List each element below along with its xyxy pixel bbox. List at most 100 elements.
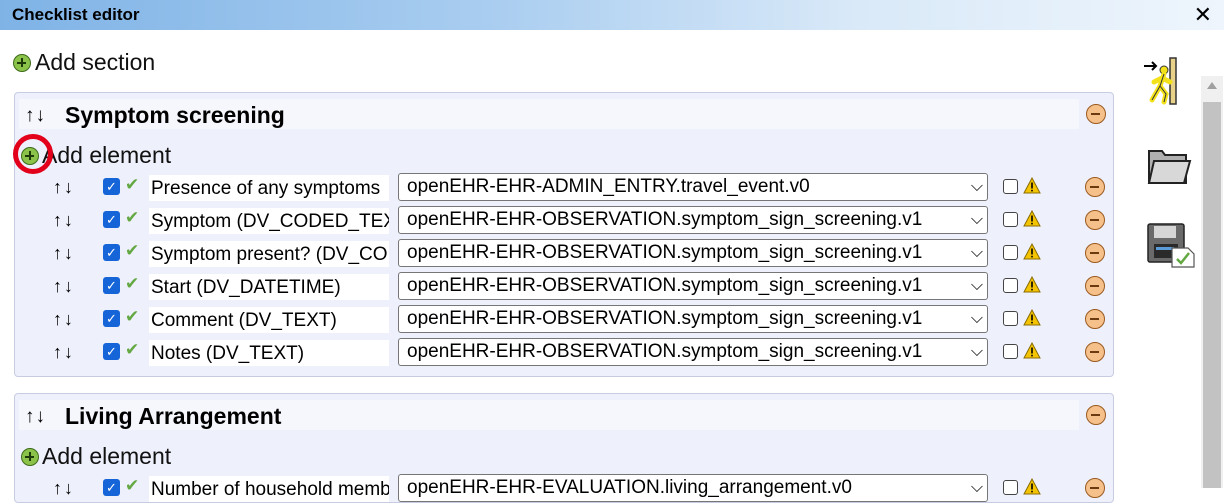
element-name-input[interactable]: Number of household members xyxy=(149,476,389,502)
section-living-arrangement: ↑↓ Living Arrangement Add element ↑↓ ✓ ✔… xyxy=(14,393,1114,503)
check-icon: ✔ xyxy=(125,175,140,194)
add-element-label: Add element xyxy=(42,142,172,169)
element-name-input[interactable]: Symptom (DV_CODED_TEXT) xyxy=(149,208,389,234)
element-row: ↑↓ ✓ ✔ Start (DV_DATETIME) openEHR-EHR-O… xyxy=(53,272,1105,302)
warning-icon xyxy=(1023,276,1041,293)
section-header: ↑↓ Symptom screening xyxy=(19,99,1079,129)
move-arrows[interactable]: ↑↓ xyxy=(53,478,75,499)
warning-icon xyxy=(1023,243,1041,260)
optional-checkbox[interactable] xyxy=(1003,179,1018,194)
enabled-checkbox[interactable]: ✓ xyxy=(103,244,120,261)
archetype-select-value: openEHR-EHR-OBSERVATION.symptom_sign_scr… xyxy=(407,242,923,263)
optional-checkbox[interactable] xyxy=(1003,245,1018,260)
archetype-select-value: openEHR-EHR-OBSERVATION.symptom_sign_scr… xyxy=(407,209,923,230)
add-section-label: Add section xyxy=(35,49,156,76)
highlight-circle xyxy=(13,134,53,174)
element-row: ↑↓ ✓ ✔ Comment (DV_TEXT) openEHR-EHR-OBS… xyxy=(53,305,1105,335)
element-row: ↑↓ ✓ ✔ Symptom present? (DV_CODED_TEXT) … xyxy=(53,239,1105,269)
element-name-input[interactable]: Start (DV_DATETIME) xyxy=(149,274,389,300)
archetype-select-value: openEHR-EHR-OBSERVATION.symptom_sign_scr… xyxy=(407,341,923,362)
chevron-down-icon: ⌵ xyxy=(970,343,983,360)
check-icon: ✔ xyxy=(125,208,140,227)
check-icon: ✔ xyxy=(125,476,140,495)
optional-checkbox[interactable] xyxy=(1003,212,1018,227)
element-name-input[interactable]: Presence of any symptoms xyxy=(149,175,389,201)
close-icon[interactable]: ✕ xyxy=(1194,2,1212,28)
remove-section-button[interactable] xyxy=(1086,104,1106,124)
remove-element-button[interactable] xyxy=(1085,342,1105,362)
title-bar: Checklist editor ✕ xyxy=(0,0,1224,30)
element-name-input[interactable]: Comment (DV_TEXT) xyxy=(149,307,389,333)
enabled-checkbox[interactable]: ✓ xyxy=(103,178,120,195)
folder-icon[interactable] xyxy=(1146,145,1192,187)
chevron-down-icon: ⌵ xyxy=(970,479,983,496)
optional-checkbox[interactable] xyxy=(1003,278,1018,293)
add-element-button[interactable]: Add element xyxy=(21,442,171,470)
check-icon: ✔ xyxy=(125,241,140,260)
archetype-select[interactable]: openEHR-EHR-EVALUATION.living_arrangemen… xyxy=(398,474,988,502)
plus-circle-icon xyxy=(21,447,39,466)
chevron-down-icon: ⌵ xyxy=(970,178,983,195)
exit-door-icon[interactable] xyxy=(1142,56,1182,106)
section-symptom-screening: ↑↓ Symptom screening Add element ↑↓ ✓ ✔ … xyxy=(14,92,1114,377)
check-icon: ✔ xyxy=(125,274,140,293)
remove-element-button[interactable] xyxy=(1085,210,1105,230)
warning-icon xyxy=(1023,177,1041,194)
check-icon: ✔ xyxy=(125,307,140,326)
warning-icon xyxy=(1023,210,1041,227)
chevron-down-icon: ⌵ xyxy=(970,211,983,228)
element-name-input[interactable]: Symptom present? (DV_CODED_TEXT) xyxy=(149,241,389,267)
enabled-checkbox[interactable]: ✓ xyxy=(103,310,120,327)
move-arrows[interactable]: ↑↓ xyxy=(53,210,75,231)
scrollbar-thumb[interactable] xyxy=(1203,102,1221,488)
section-move-arrows[interactable]: ↑↓ xyxy=(25,105,46,127)
vertical-scrollbar[interactable] xyxy=(1201,76,1223,488)
remove-element-button[interactable] xyxy=(1085,276,1105,296)
move-arrows[interactable]: ↑↓ xyxy=(53,243,75,264)
scroll-up-icon[interactable] xyxy=(1207,82,1217,89)
section-title: Symptom screening xyxy=(65,102,285,128)
remove-element-button[interactable] xyxy=(1085,177,1105,197)
remove-element-button[interactable] xyxy=(1085,309,1105,329)
enabled-checkbox[interactable]: ✓ xyxy=(103,277,120,294)
archetype-select[interactable]: openEHR-EHR-OBSERVATION.symptom_sign_scr… xyxy=(398,272,988,300)
move-arrows[interactable]: ↑↓ xyxy=(53,177,75,198)
move-arrows[interactable]: ↑↓ xyxy=(53,342,75,363)
chevron-down-icon: ⌵ xyxy=(970,277,983,294)
section-title: Living Arrangement xyxy=(65,403,282,429)
warning-icon xyxy=(1023,478,1041,495)
archetype-select-value: openEHR-EHR-OBSERVATION.symptom_sign_scr… xyxy=(407,275,923,296)
section-move-arrows[interactable]: ↑↓ xyxy=(25,406,46,428)
chevron-down-icon: ⌵ xyxy=(970,310,983,327)
chevron-down-icon: ⌵ xyxy=(970,244,983,261)
optional-checkbox[interactable] xyxy=(1003,311,1018,326)
plus-circle-icon xyxy=(13,53,31,72)
optional-checkbox[interactable] xyxy=(1003,344,1018,359)
move-arrows[interactable]: ↑↓ xyxy=(53,309,75,330)
save-icon[interactable] xyxy=(1146,222,1196,268)
archetype-select-value: openEHR-EHR-OBSERVATION.symptom_sign_scr… xyxy=(407,308,923,329)
enabled-checkbox[interactable]: ✓ xyxy=(103,343,120,360)
archetype-select[interactable]: openEHR-EHR-OBSERVATION.symptom_sign_scr… xyxy=(398,338,988,366)
element-name-input[interactable]: Notes (DV_TEXT) xyxy=(149,340,389,366)
warning-icon xyxy=(1023,309,1041,326)
archetype-select-value: openEHR-EHR-ADMIN_ENTRY.travel_event.v0 xyxy=(407,176,810,197)
remove-element-button[interactable] xyxy=(1085,243,1105,263)
add-section-button[interactable]: Add section xyxy=(13,48,155,76)
element-row: ↑↓ ✓ ✔ Symptom (DV_CODED_TEXT) openEHR-E… xyxy=(53,206,1105,236)
archetype-select[interactable]: openEHR-EHR-OBSERVATION.symptom_sign_scr… xyxy=(398,206,988,234)
archetype-select[interactable]: openEHR-EHR-OBSERVATION.symptom_sign_scr… xyxy=(398,305,988,333)
enabled-checkbox[interactable]: ✓ xyxy=(103,211,120,228)
remove-element-button[interactable] xyxy=(1085,478,1105,498)
archetype-select[interactable]: openEHR-EHR-ADMIN_ENTRY.travel_event.v0 ⌵ xyxy=(398,173,988,201)
check-icon: ✔ xyxy=(125,340,140,359)
element-row: ↑↓ ✓ ✔ Presence of any symptoms openEHR-… xyxy=(53,173,1105,203)
element-row: ↑↓ ✓ ✔ Notes (DV_TEXT) openEHR-EHR-OBSER… xyxy=(53,338,1105,368)
archetype-select[interactable]: openEHR-EHR-OBSERVATION.symptom_sign_scr… xyxy=(398,239,988,267)
move-arrows[interactable]: ↑↓ xyxy=(53,276,75,297)
warning-icon xyxy=(1023,342,1041,359)
add-element-label: Add element xyxy=(42,443,172,470)
window-title: Checklist editor xyxy=(12,5,140,24)
section-header: ↑↓ Living Arrangement xyxy=(19,400,1079,430)
remove-section-button[interactable] xyxy=(1086,405,1106,425)
